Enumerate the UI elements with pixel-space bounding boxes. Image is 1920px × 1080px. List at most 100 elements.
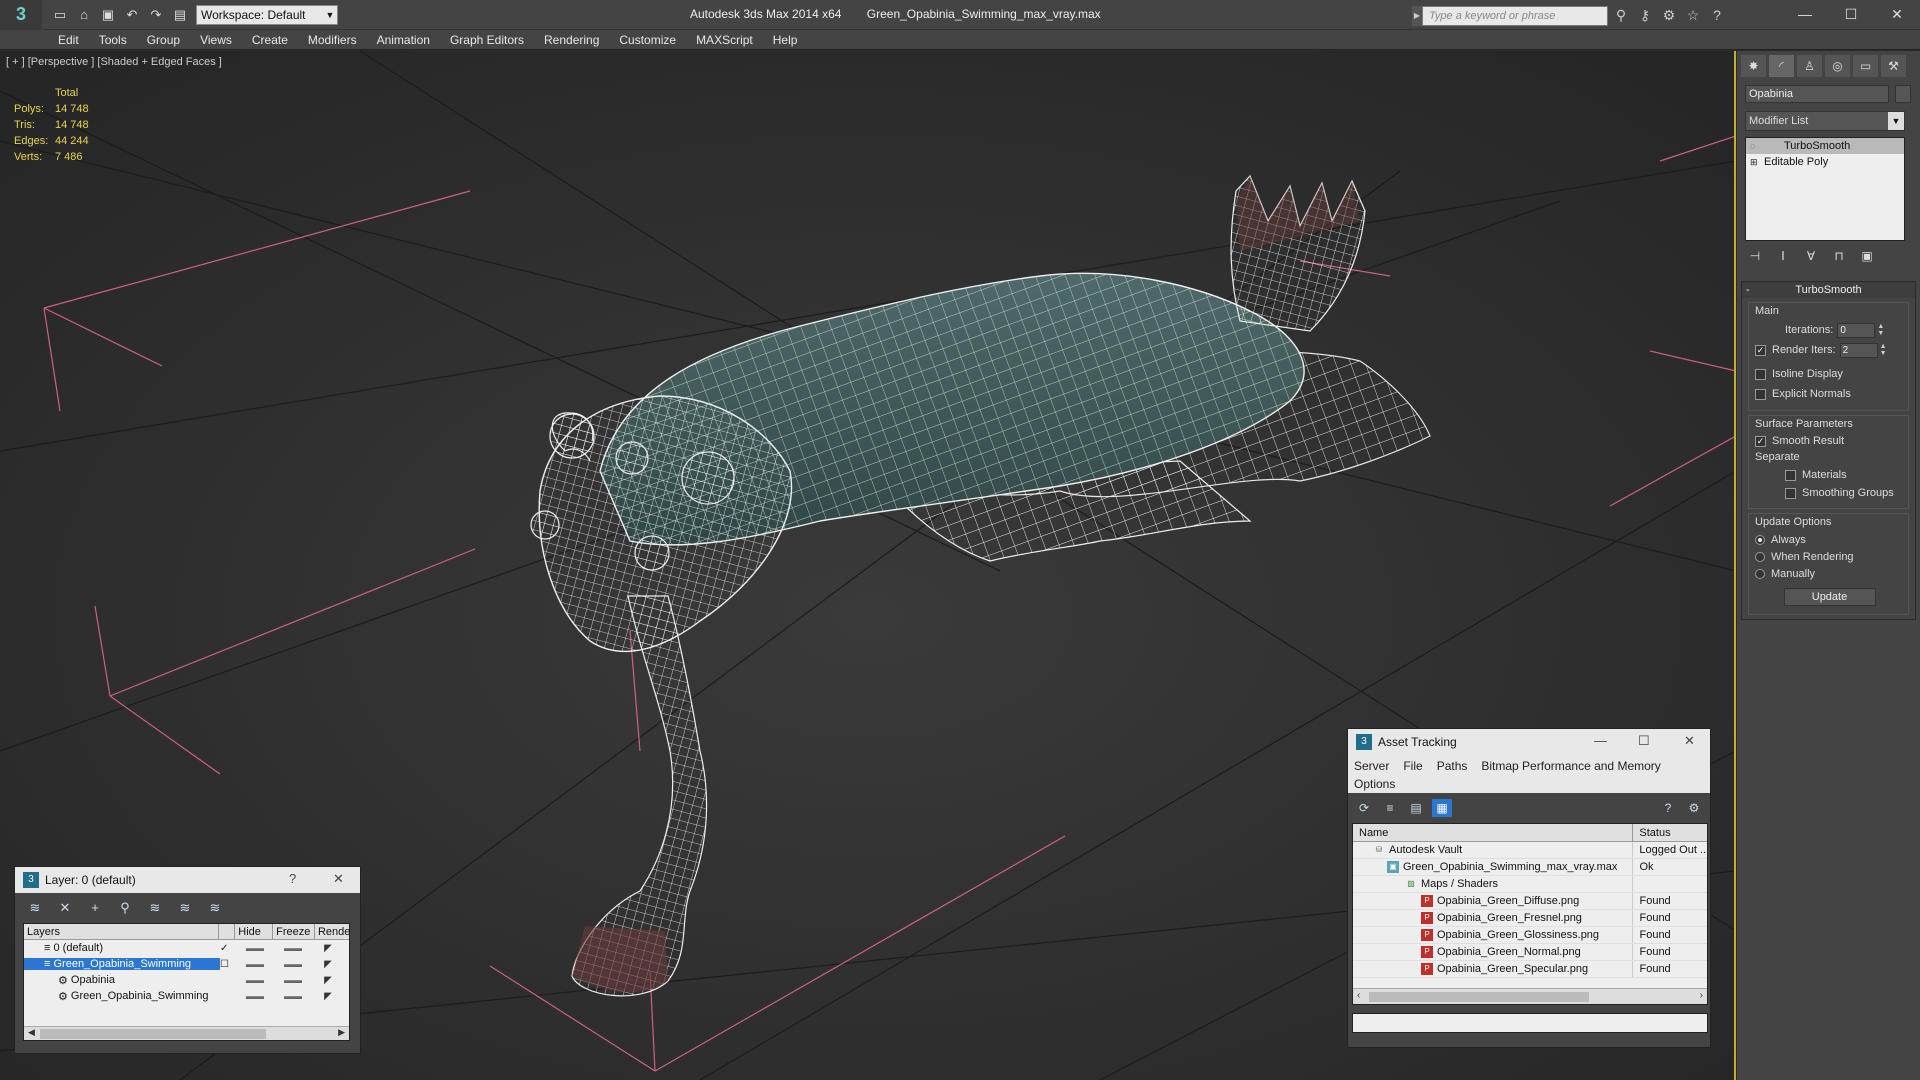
freeze-toggle[interactable]: ▬▬ <box>274 975 312 985</box>
add-to-layer-icon[interactable]: + <box>83 899 107 917</box>
horizontal-scrollbar[interactable]: ‹ › <box>1353 988 1707 1004</box>
asset-row[interactable]: P Opabinia_Green_Specular.png Found <box>1353 961 1707 978</box>
help-icon[interactable]: ? <box>1658 799 1678 817</box>
motion-tab-icon[interactable]: ◎ <box>1825 55 1850 77</box>
pin-stack-icon[interactable]: ⊣ <box>1743 249 1767 267</box>
scrollbar-thumb[interactable] <box>40 1029 266 1039</box>
asset-row[interactable]: ▣ Green_Opabinia_Swimming_max_vray.max Ok <box>1353 859 1707 876</box>
menu-edit[interactable]: Edit <box>48 33 89 47</box>
menu-help[interactable]: Help <box>763 33 808 47</box>
menu-rendering[interactable]: Rendering <box>534 33 609 47</box>
scroll-right-icon[interactable]: › <box>1700 990 1703 1001</box>
show-end-result-icon[interactable]: Ⅰ <box>1771 249 1795 267</box>
display-tab-icon[interactable]: ▭ <box>1853 55 1878 77</box>
freeze-toggle[interactable]: ▬▬ <box>274 959 312 969</box>
hold-icon[interactable]: ▤ <box>170 5 190 25</box>
iterations-spinner[interactable]: 0 <box>1837 322 1876 338</box>
binoculars-icon[interactable]: ⚲ <box>1612 5 1630 25</box>
asset-path-field[interactable] <box>1352 1013 1708 1033</box>
object-color-swatch[interactable] <box>1895 85 1911 103</box>
delete-layer-icon[interactable]: ✕ <box>53 899 77 917</box>
layer-row[interactable]: ≡ 0 (default) ✓ ▬▬ ▬▬ ◤ <box>24 940 349 956</box>
modify-tab-icon[interactable]: ◜ <box>1769 55 1794 77</box>
spinner-arrows-icon[interactable]: ▲ ▼ <box>1877 323 1884 337</box>
menu-group[interactable]: Group <box>137 33 190 47</box>
spinner-arrows-icon[interactable]: ▲ ▼ <box>1880 343 1887 357</box>
asset-row[interactable]: P Opabinia_Green_Fresnel.png Found <box>1353 910 1707 927</box>
menu-tools[interactable]: Tools <box>89 33 137 47</box>
open-file-icon[interactable]: ⌂ <box>74 5 94 25</box>
object-name-field[interactable]: Opabinia <box>1745 85 1889 103</box>
column-header[interactable]: Layers <box>24 924 220 939</box>
always-radio[interactable] <box>1755 534 1765 545</box>
active-layer-icon[interactable]: ☐ <box>220 959 236 970</box>
key-icon[interactable]: ⚷ <box>1636 5 1654 25</box>
manually-radio[interactable] <box>1755 568 1765 579</box>
asset-row[interactable]: ▨ Maps / Shaders <box>1353 876 1707 893</box>
column-header[interactable]: Name <box>1353 824 1634 841</box>
save-icon[interactable]: ▣ <box>98 5 118 25</box>
app-logo-icon[interactable]: 3 <box>0 0 42 30</box>
highlight-layer-icon[interactable]: ≋ <box>143 899 167 917</box>
hide-toggle[interactable]: ▬▬ <box>236 975 274 985</box>
horizontal-scrollbar[interactable]: ◀ ▶ <box>24 1026 349 1040</box>
layer-row[interactable]: ⚙ Green_Opabinia_Swimming ▬▬ ▬▬ ◤ <box>24 988 349 1004</box>
scroll-left-icon[interactable]: ‹ <box>1357 990 1360 1001</box>
menu-maxscript[interactable]: MAXScript <box>686 33 763 47</box>
freeze-all-icon[interactable]: ≋ <box>203 899 227 917</box>
layer-row[interactable]: ⚙ Opabinia ▬▬ ▬▬ ◤ <box>24 972 349 988</box>
menu-views[interactable]: Views <box>190 33 242 47</box>
scroll-right-icon[interactable]: ▶ <box>338 1027 345 1038</box>
menu-animation[interactable]: Animation <box>367 33 440 47</box>
maximize-icon[interactable]: ☐ <box>1638 733 1650 749</box>
stack-item-editable-poly[interactable]: ⊞ Editable Poly <box>1746 154 1904 170</box>
freeze-toggle[interactable]: ▬▬ <box>274 991 312 1001</box>
close-icon[interactable]: ✕ <box>1684 733 1695 749</box>
render-iters-checkbox[interactable]: ✓ <box>1755 344 1766 356</box>
maximize-icon[interactable]: ☐ <box>1828 0 1874 28</box>
dialog-title-bar[interactable]: 3 Asset Tracking — ☐ ✕ <box>1348 729 1710 755</box>
close-icon[interactable]: ✕ <box>1874 0 1920 28</box>
make-unique-icon[interactable]: ∀ <box>1799 249 1823 267</box>
menu-graph-editors[interactable]: Graph Editors <box>440 33 534 47</box>
menu-file[interactable]: File <box>1403 759 1422 773</box>
hide-toggle[interactable]: ▬▬ <box>236 959 274 969</box>
asset-row[interactable]: ⛁ Autodesk Vault Logged Out ... <box>1353 842 1707 859</box>
column-header[interactable]: Status <box>1633 824 1707 841</box>
dialog-title-bar[interactable]: 3 Layer: 0 (default) ? ✕ <box>15 867 360 893</box>
lightbulb-icon[interactable]: ◌ <box>1750 141 1760 151</box>
column-header[interactable]: Freeze <box>273 924 315 939</box>
utilities-tab-icon[interactable]: ⚒ <box>1881 55 1906 77</box>
render-toggle-icon[interactable]: ◤ <box>312 991 344 1002</box>
scroll-left-icon[interactable]: ◀ <box>28 1027 35 1038</box>
menu-create[interactable]: Create <box>242 33 298 47</box>
render-toggle-icon[interactable]: ◤ <box>312 959 344 970</box>
configure-sets-icon[interactable]: ▣ <box>1855 249 1879 267</box>
menu-options[interactable]: Options <box>1354 777 1395 791</box>
help-icon[interactable]: ? <box>289 871 296 886</box>
asset-row[interactable]: P Opabinia_Green_Normal.png Found <box>1353 944 1707 961</box>
viewport-label[interactable]: [ + ] [Perspective ] [Shaded + Edged Fac… <box>6 56 222 68</box>
menu-server[interactable]: Server <box>1354 759 1389 773</box>
stack-item-turbosmooth[interactable]: ◌ TurboSmooth <box>1746 138 1904 154</box>
undo-icon[interactable]: ↶ <box>122 5 142 25</box>
render-iters-spinner[interactable]: 2 <box>1839 342 1878 358</box>
render-toggle-icon[interactable]: ◤ <box>312 943 344 954</box>
redo-icon[interactable]: ↷ <box>146 5 166 25</box>
menu-bitmap-performance[interactable]: Bitmap Performance and Memory <box>1481 759 1660 773</box>
smoothing-groups-checkbox[interactable] <box>1785 487 1796 499</box>
update-button[interactable]: Update <box>1783 588 1876 606</box>
layer-row[interactable]: ≡ Green_Opabinia_Swimming ☐ ▬▬ ▬▬ ◤ <box>24 956 349 972</box>
hide-all-icon[interactable]: ≋ <box>173 899 197 917</box>
hide-toggle[interactable]: ▬▬ <box>236 991 274 1001</box>
menu-paths[interactable]: Paths <box>1437 759 1468 773</box>
render-toggle-icon[interactable]: ◤ <box>312 975 344 986</box>
list-view-icon[interactable]: ≡ <box>1380 799 1400 817</box>
expand-icon[interactable]: ⊞ <box>1750 157 1760 168</box>
help-icon[interactable]: ? <box>1708 5 1726 25</box>
column-header[interactable]: Hide <box>235 924 274 939</box>
thumbnail-view-icon[interactable]: ▤ <box>1406 799 1426 817</box>
when-rendering-radio[interactable] <box>1755 551 1765 562</box>
new-layer-icon[interactable]: ≋ <box>23 899 47 917</box>
remove-modifier-icon[interactable]: ⊓ <box>1827 249 1851 267</box>
